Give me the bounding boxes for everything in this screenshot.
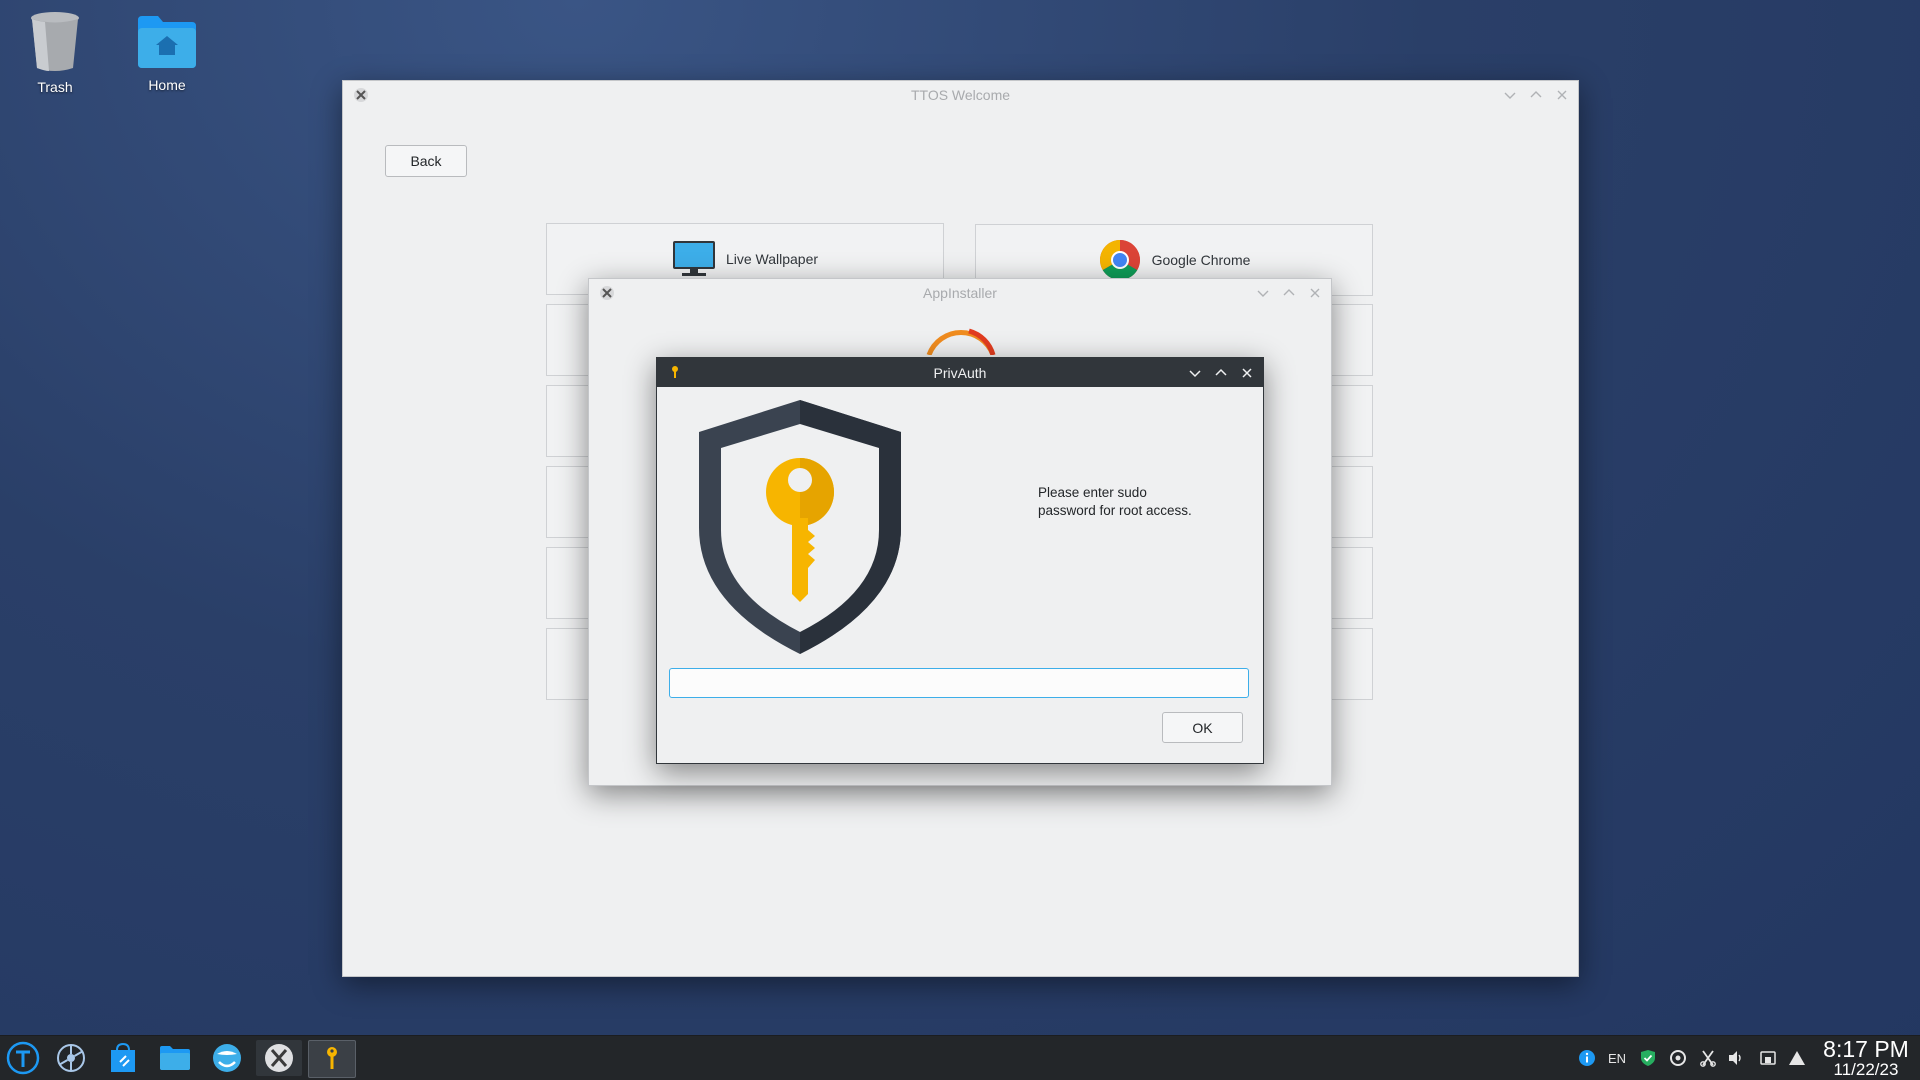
clock-date: 11/22/23	[1833, 1060, 1899, 1079]
desktop-icon-trash[interactable]: Trash	[10, 10, 100, 95]
privauth-titlebar[interactable]: PrivAuth	[657, 358, 1263, 387]
clock-time: 8:17 PM	[1823, 1036, 1909, 1062]
x-app-icon	[354, 88, 368, 102]
x-app-icon	[265, 1044, 293, 1072]
card-label: Live Wallpaper	[725, 251, 819, 267]
window-title: AppInstaller	[923, 285, 997, 301]
loading-spinner-icon	[926, 328, 996, 355]
key-auth-icon	[672, 366, 678, 378]
taskbar-app-x[interactable]	[256, 1040, 302, 1076]
privauth-dialog: PrivAuth Please enter sudo password for …	[656, 357, 1264, 764]
shield-key-icon	[699, 400, 901, 654]
taskbar-app-privauth[interactable]	[308, 1040, 356, 1078]
tray-language[interactable]: EN	[1604, 1036, 1630, 1080]
close-button[interactable]	[1239, 365, 1255, 381]
taskbar-app-settings[interactable]	[48, 1040, 94, 1076]
maximize-button[interactable]	[1213, 365, 1229, 381]
minimize-button[interactable]	[1255, 285, 1271, 301]
chevron-up-icon	[1215, 368, 1227, 376]
close-button[interactable]	[1307, 285, 1323, 301]
appinstaller-titlebar[interactable]: AppInstaller	[589, 279, 1331, 307]
taskbar-app-store[interactable]	[100, 1040, 146, 1076]
speaker-icon	[1729, 1051, 1741, 1065]
auth-message-line: password for root access.	[1038, 503, 1192, 518]
clock[interactable]: 8:17 PM 11/22/23	[1818, 1036, 1914, 1080]
updates-icon	[1670, 1050, 1686, 1066]
scissors-icon	[1700, 1050, 1716, 1067]
window-title: TTOS Welcome	[910, 87, 1011, 103]
close-icon	[1557, 90, 1567, 100]
start-menu-button[interactable]	[0, 1040, 46, 1076]
chevron-down-icon	[1257, 290, 1269, 297]
chevron-up-icon	[1530, 91, 1542, 98]
tray-security[interactable]	[1636, 1036, 1660, 1080]
ok-button[interactable]: OK	[1162, 712, 1243, 743]
card-label: Google Chrome	[1151, 252, 1251, 268]
welcome-titlebar[interactable]: TTOS Welcome	[343, 81, 1578, 109]
chrome-icon	[1099, 240, 1140, 280]
maximize-button[interactable]	[1528, 87, 1544, 103]
taskbar: EN 8:17 PM 11/22/23	[0, 1035, 1920, 1080]
app-store-icon	[111, 1042, 135, 1072]
info-icon	[1579, 1050, 1595, 1066]
tray-info[interactable]	[1576, 1036, 1598, 1080]
shield-check-icon	[1641, 1050, 1655, 1066]
minimize-button[interactable]	[1187, 365, 1203, 381]
home-folder-icon	[138, 16, 196, 68]
triangle-up-icon	[1789, 1051, 1805, 1065]
chevron-up-icon	[1283, 289, 1295, 296]
monitor-icon	[672, 241, 715, 276]
auth-message-line: Please enter sudo	[1038, 485, 1147, 500]
minimize-button[interactable]	[1502, 87, 1518, 103]
tray-clipboard[interactable]	[1696, 1036, 1720, 1080]
browser-icon	[213, 1044, 241, 1072]
close-icon	[1310, 288, 1320, 298]
close-icon	[1242, 367, 1252, 378]
desktop-icon-label: Trash	[37, 79, 73, 95]
start-menu-icon	[6, 1041, 40, 1075]
desktop-icon-home[interactable]: Home	[122, 14, 212, 93]
tray-network[interactable]	[1756, 1036, 1780, 1080]
key-auth-icon	[327, 1047, 337, 1069]
password-input[interactable]	[669, 668, 1249, 698]
tray-volume[interactable]	[1724, 1036, 1748, 1080]
chevron-down-icon	[1504, 92, 1516, 99]
auth-message: Please enter sudo password for root acce…	[1038, 484, 1192, 520]
x-app-icon	[600, 286, 614, 300]
settings-wheel-icon	[57, 1044, 85, 1072]
maximize-button[interactable]	[1281, 285, 1297, 301]
taskbar-app-browser[interactable]	[204, 1040, 250, 1076]
close-button[interactable]	[1554, 87, 1570, 103]
trash-icon	[31, 12, 79, 71]
window-title: PrivAuth	[933, 364, 987, 381]
network-icon	[1760, 1051, 1776, 1065]
desktop-icon-label: Home	[148, 77, 186, 93]
files-folder-icon	[160, 1046, 190, 1070]
back-button[interactable]: Back	[385, 145, 467, 177]
taskbar-app-files[interactable]	[152, 1040, 198, 1076]
tray-updates[interactable]	[1666, 1036, 1690, 1080]
chevron-down-icon	[1189, 369, 1201, 377]
tray-expand[interactable]	[1784, 1036, 1810, 1080]
